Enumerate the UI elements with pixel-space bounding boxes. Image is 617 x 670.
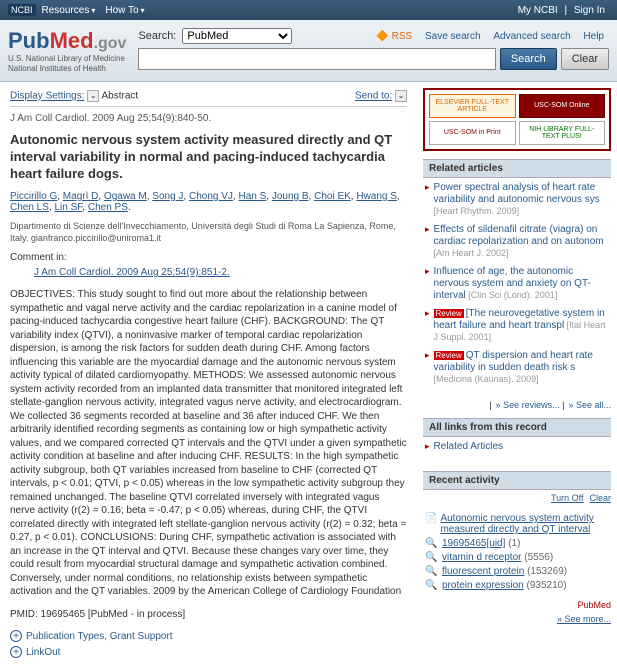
recent-item-link[interactable]: fluorescent protein bbox=[442, 566, 524, 577]
recent-item-link[interactable]: 19695465[uid] bbox=[442, 538, 505, 549]
toolbar: Display Settings: ⌄ Abstract Send to: ⌄ bbox=[10, 90, 407, 107]
usc-online-link[interactable]: USC-SOM Online bbox=[519, 94, 606, 118]
author-link[interactable]: Magrì D bbox=[63, 191, 99, 202]
pubmed-logo[interactable]: PubMed.gov U.S. National Library of Medi… bbox=[8, 28, 126, 73]
activity-icon: 🔍 bbox=[425, 538, 439, 549]
citation: J Am Coll Cardiol. 2009 Aug 25;54(9):840… bbox=[10, 113, 407, 124]
author-link[interactable]: Joung B bbox=[272, 191, 309, 202]
comment-in-label: Comment in: bbox=[10, 252, 407, 263]
arrow-icon: ▸ bbox=[425, 224, 430, 260]
help-link[interactable]: Help bbox=[583, 31, 604, 42]
abstract: OBJECTIVES: This study sought to find ou… bbox=[10, 288, 407, 599]
content: Display Settings: ⌄ Abstract Send to: ⌄ … bbox=[0, 82, 417, 670]
arrow-icon: ▸ bbox=[425, 266, 430, 302]
clear-button[interactable]: Clear bbox=[561, 48, 609, 70]
affiliation: Dipartimento di Scienze dell'Invecchiame… bbox=[10, 221, 407, 244]
author-link[interactable]: Chen PS bbox=[88, 202, 128, 213]
recent-item-link[interactable]: protein expression bbox=[442, 580, 524, 591]
see-reviews-link[interactable]: » See reviews... bbox=[496, 400, 560, 410]
sidebar: ELSEVIER FULL-TEXT ARTICLE USC-SOM Onlin… bbox=[417, 82, 617, 670]
all-links-panel: All links from this record ▸ Related Arti… bbox=[423, 418, 611, 463]
arrow-icon: ▸ bbox=[425, 441, 430, 453]
alllinks-header: All links from this record bbox=[423, 418, 611, 437]
author-link[interactable]: Hwang S bbox=[356, 191, 397, 202]
comment-in-link[interactable]: J Am Coll Cardiol. 2009 Aug 25;54(9):851… bbox=[34, 267, 407, 278]
author-link[interactable]: Lin SF bbox=[54, 202, 82, 213]
recent-item-link[interactable]: Autonomic nervous system activity measur… bbox=[440, 513, 593, 535]
related-article-link[interactable]: Power spectral analysis of heart rate va… bbox=[434, 182, 600, 205]
authors: Piccirillo G, Magrì D, Ogawa M, Song J, … bbox=[10, 191, 407, 213]
author-link[interactable]: Ogawa M bbox=[104, 191, 147, 202]
save-search-link[interactable]: Save search bbox=[425, 31, 481, 42]
linkout-expand[interactable]: +LinkOut bbox=[10, 646, 407, 658]
pubtypes-expand[interactable]: +Publication Types, Grant Support bbox=[10, 630, 407, 642]
article-title: Autonomic nervous system activity measur… bbox=[10, 132, 407, 183]
arrow-icon: ▸ bbox=[425, 182, 430, 218]
related-header: Related articles bbox=[423, 159, 611, 178]
author-link[interactable]: Chen LS bbox=[10, 202, 49, 213]
author-link[interactable]: Piccirillo G bbox=[10, 191, 57, 202]
db-select[interactable]: PubMed bbox=[182, 28, 292, 44]
recent-header: Recent activity bbox=[423, 471, 611, 490]
related-article-link[interactable]: Effects of sildenafil citrate (viagra) o… bbox=[434, 224, 604, 247]
myncbi-link[interactable]: My NCBI bbox=[518, 5, 558, 16]
rss-icon: 🔶 bbox=[376, 31, 388, 42]
howto-menu[interactable]: How To bbox=[105, 5, 144, 16]
advanced-search-link[interactable]: Advanced search bbox=[493, 31, 570, 42]
arrow-icon: ▸ bbox=[425, 308, 430, 344]
external-links: ELSEVIER FULL-TEXT ARTICLE USC-SOM Onlin… bbox=[423, 88, 611, 151]
see-more-link[interactable]: » See more... bbox=[557, 614, 611, 624]
recent-item-link[interactable]: vitamin d receptor bbox=[442, 552, 521, 563]
see-all-link[interactable]: » See all... bbox=[568, 400, 611, 410]
activity-icon: 📄 bbox=[425, 513, 437, 524]
arrow-icon: ▸ bbox=[425, 350, 430, 386]
display-dropdown-icon[interactable]: ⌄ bbox=[87, 90, 99, 102]
search-area: Search: PubMed 🔶 RSS Save search Advance… bbox=[138, 28, 609, 70]
review-tag: Review bbox=[434, 351, 464, 360]
send-to[interactable]: Send to: bbox=[355, 91, 392, 102]
related-articles-panel: Related articles ▸Power spectral analysi… bbox=[423, 159, 611, 410]
plus-icon: + bbox=[10, 646, 22, 658]
plus-icon: + bbox=[10, 630, 22, 642]
elsevier-fulltext-link[interactable]: ELSEVIER FULL-TEXT ARTICLE bbox=[429, 94, 516, 118]
author-link[interactable]: Song J bbox=[152, 191, 183, 202]
author-link[interactable]: Han S bbox=[238, 191, 266, 202]
usc-print-link[interactable]: USC-SOM in Print bbox=[429, 121, 516, 145]
nih-library-link[interactable]: NIH LIBRARY FULL-TEXT PLUS! bbox=[519, 121, 606, 145]
activity-icon: 🔍 bbox=[425, 552, 439, 563]
resources-menu[interactable]: Resources bbox=[42, 5, 96, 16]
related-articles-link[interactable]: Related Articles bbox=[434, 441, 503, 453]
signin-link[interactable]: Sign In bbox=[574, 5, 605, 16]
recent-activity-panel: Recent activity Turn Off Clear 📄Autonomic… bbox=[423, 471, 611, 624]
turnoff-link[interactable]: Turn Off bbox=[551, 493, 584, 503]
display-settings[interactable]: Display Settings: bbox=[10, 91, 84, 102]
pubmed-tag: PubMed bbox=[423, 600, 611, 610]
ncbi-topbar: NCBI Resources How To My NCBI | Sign In bbox=[0, 0, 617, 20]
review-tag: Review bbox=[434, 309, 464, 318]
header: PubMed.gov U.S. National Library of Medi… bbox=[0, 20, 617, 82]
ncbi-logo[interactable]: NCBI bbox=[8, 4, 36, 16]
author-link[interactable]: Choi EK bbox=[314, 191, 351, 202]
rss-link[interactable]: 🔶 RSS bbox=[376, 31, 412, 42]
search-button[interactable]: Search bbox=[500, 48, 557, 70]
author-link[interactable]: Chong VJ bbox=[189, 191, 233, 202]
pmid: PMID: 19695465 [PubMed - in process] bbox=[10, 609, 407, 620]
activity-icon: 🔍 bbox=[425, 566, 439, 577]
search-input[interactable] bbox=[138, 48, 495, 70]
clear-link[interactable]: Clear bbox=[589, 493, 611, 503]
sendto-dropdown-icon[interactable]: ⌄ bbox=[395, 90, 407, 102]
activity-icon: 🔍 bbox=[425, 580, 439, 591]
search-label: Search: bbox=[138, 30, 176, 42]
